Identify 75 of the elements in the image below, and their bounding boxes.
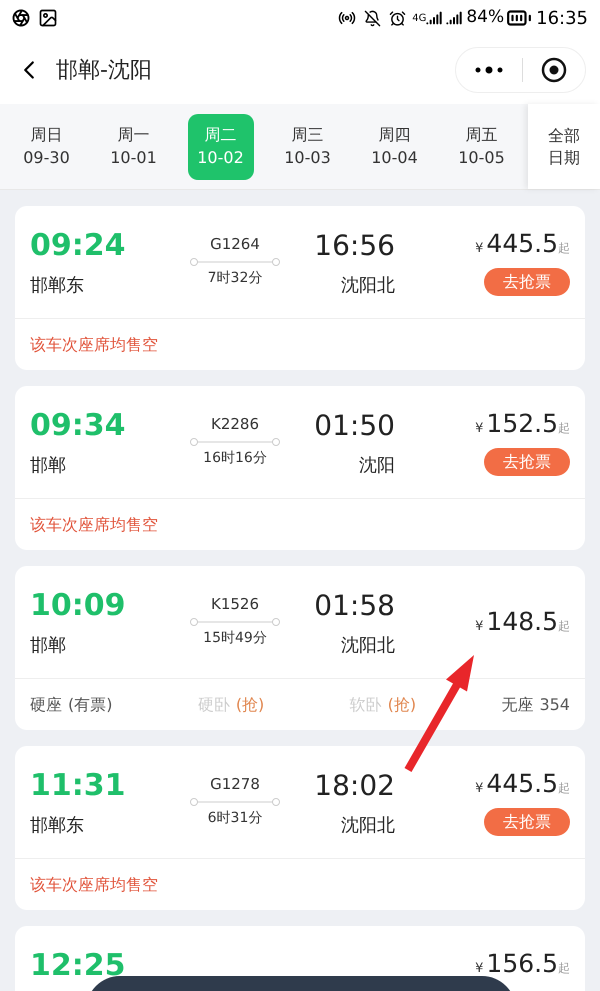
date-tab[interactable]: 周四 10-04 bbox=[362, 114, 428, 180]
train-card[interactable]: 09:34 邯郸 K2286 16时16分 01:50 沈阳 ¥152.5 起 去抢票 该车次座席均售空 bbox=[15, 386, 585, 550]
mute-icon bbox=[364, 10, 382, 26]
departure-time: 10:09 bbox=[30, 588, 126, 624]
train-number: G1264 bbox=[210, 234, 260, 255]
sold-out-note: 该车次座席均售空 bbox=[30, 514, 158, 536]
price: 445.5 bbox=[486, 231, 558, 256]
departure-station: 邯郸东 bbox=[30, 274, 85, 298]
battery-percent: 84% bbox=[466, 6, 504, 30]
departure-station: 邯郸 bbox=[30, 634, 67, 658]
close-icon[interactable] bbox=[541, 57, 567, 83]
route-line-icon bbox=[189, 256, 281, 266]
network-type: 4G bbox=[412, 12, 426, 26]
departure-time: 12:25 bbox=[30, 948, 126, 984]
seat-status: (抢) bbox=[236, 694, 264, 716]
departure-station: 邯郸东 bbox=[30, 814, 85, 838]
arrival-time: 18:02 bbox=[314, 768, 395, 804]
more-icon[interactable] bbox=[474, 66, 504, 74]
seat-type: 无座 bbox=[501, 694, 534, 716]
currency-symbol: ¥ bbox=[475, 960, 484, 978]
date-tab[interactable]: 周一 10-01 bbox=[100, 114, 166, 180]
page-title: 邯郸-沈阳 bbox=[56, 56, 152, 84]
image-icon bbox=[38, 8, 58, 28]
date-tab[interactable]: 周三 10-03 bbox=[274, 114, 340, 180]
sold-out-note: 该车次座席均售空 bbox=[30, 334, 158, 356]
price-suffix: 起 bbox=[558, 780, 570, 797]
hotspot-icon bbox=[338, 9, 356, 27]
departure-time: 11:31 bbox=[30, 768, 126, 804]
arrival-time: 16:56 bbox=[314, 228, 395, 264]
price-suffix: 起 bbox=[558, 420, 570, 437]
alarm-icon bbox=[389, 10, 406, 26]
price-suffix: 起 bbox=[558, 960, 570, 977]
price-suffix: 起 bbox=[558, 618, 570, 636]
departure-time: 09:24 bbox=[30, 228, 126, 264]
route-line-icon bbox=[189, 616, 281, 626]
currency-symbol: ¥ bbox=[475, 240, 484, 258]
aperture-icon bbox=[12, 9, 30, 27]
arrival-time: 01:58 bbox=[314, 588, 395, 624]
departure-time: 09:34 bbox=[30, 408, 126, 444]
currency-symbol: ¥ bbox=[475, 780, 484, 798]
currency-symbol: ¥ bbox=[475, 420, 484, 438]
arrival-station: 沈阳北 bbox=[341, 814, 395, 838]
arrival-station: 沈阳北 bbox=[341, 274, 395, 298]
signal-icon bbox=[446, 10, 462, 26]
seat-type: 硬座 bbox=[30, 694, 62, 716]
seat-status: 354 bbox=[539, 694, 570, 716]
train-number: G1278 bbox=[210, 774, 260, 795]
price-suffix: 起 bbox=[558, 240, 570, 257]
currency-symbol: ¥ bbox=[475, 618, 484, 636]
seat-status: (抢) bbox=[388, 694, 416, 716]
price: 152.5 bbox=[486, 411, 558, 436]
arrival-station: 沈阳北 bbox=[341, 634, 395, 658]
price: 445.5 bbox=[486, 771, 558, 796]
date-tab[interactable]: 周日 09-30 bbox=[14, 114, 80, 180]
duration: 6时31分 bbox=[208, 808, 262, 828]
all-dates-button[interactable]: 全部日期 bbox=[528, 104, 600, 189]
duration: 15时49分 bbox=[203, 628, 267, 648]
signal-icon bbox=[426, 10, 442, 26]
route-line-icon bbox=[189, 436, 281, 446]
duration: 16时16分 bbox=[203, 448, 267, 468]
seat-status: (有票) bbox=[68, 694, 112, 716]
clock: 16:35 bbox=[536, 6, 588, 30]
departure-station: 邯郸 bbox=[30, 454, 67, 478]
arrival-time: 01:50 bbox=[314, 408, 395, 444]
train-number: K1526 bbox=[210, 594, 259, 615]
train-number: K2286 bbox=[210, 414, 259, 435]
price: 148.5 bbox=[486, 609, 558, 634]
route-line-icon bbox=[189, 796, 281, 806]
train-card[interactable]: 11:31 邯郸东 G1278 6时31分 18:02 沈阳北 ¥445.5 起 去抢票 该车次座席均售空 bbox=[15, 746, 585, 910]
price: 156.5 bbox=[486, 951, 558, 976]
sold-out-note: 该车次座席均售空 bbox=[30, 874, 158, 896]
duration: 7时32分 bbox=[208, 268, 262, 288]
date-tab[interactable]: 周五 10-05 bbox=[448, 114, 514, 180]
train-card[interactable]: 09:24 邯郸东 G1264 7时32分 16:56 沈阳北 ¥445.5 起 去抢票 该车次座席均售空 bbox=[15, 206, 585, 370]
arrival-station: 沈阳 bbox=[359, 454, 395, 478]
